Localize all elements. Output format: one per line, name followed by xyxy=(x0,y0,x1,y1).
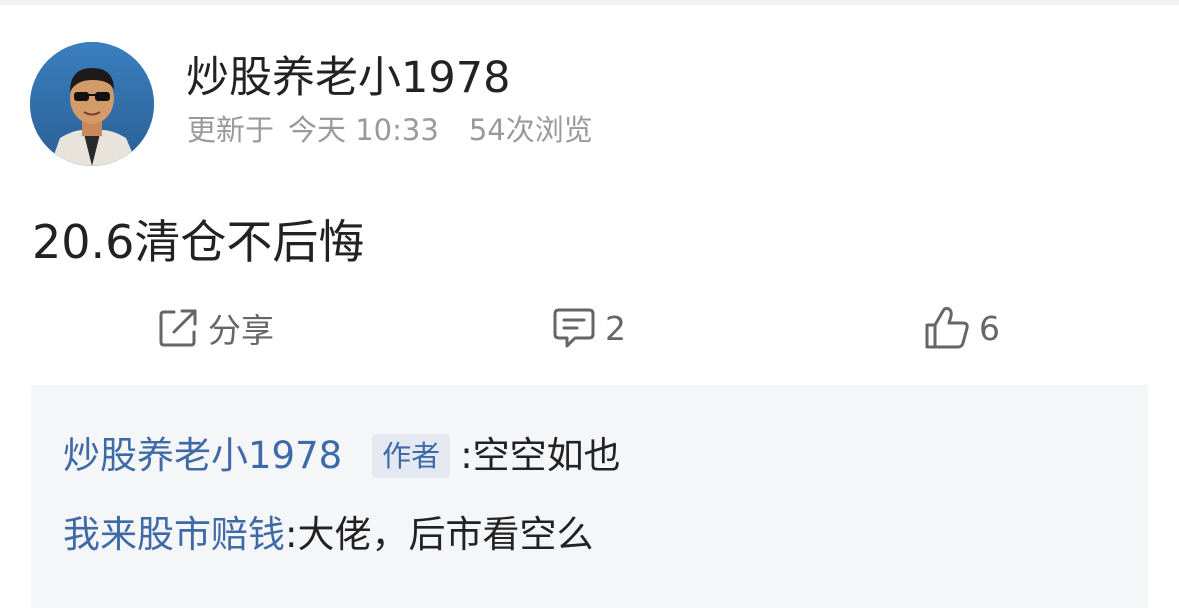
comment-user[interactable]: 炒股养老小1978 xyxy=(63,431,342,481)
share-label: 分享 xyxy=(208,311,274,350)
comment-user[interactable]: 我来股市赔钱 xyxy=(63,510,285,560)
author-badge: 作者 xyxy=(372,434,451,478)
comment-item: 我来股市赔钱 :大佬，后市看空么 xyxy=(63,510,593,560)
post-card: 炒股养老小1978 更新于 今天 10:33 54次浏览 20.6清仓不后悔 分享 … xyxy=(0,0,1179,608)
author-name[interactable]: 炒股养老小1978 xyxy=(186,50,510,106)
like-button[interactable]: 6 xyxy=(923,303,1000,353)
comment-text[interactable]: :大佬，后市看空么 xyxy=(285,510,593,560)
share-icon xyxy=(159,309,197,347)
post-content[interactable]: 20.6清仓不后悔 xyxy=(32,212,364,272)
share-button[interactable]: 分享 xyxy=(156,303,274,353)
avatar[interactable] xyxy=(30,42,154,166)
comment-item: 炒股养老小1978 作者 :空空如也 xyxy=(63,431,621,481)
comment-icon xyxy=(553,308,595,348)
comment-count: 2 xyxy=(605,308,626,348)
updated-time: 今天 10:33 xyxy=(288,113,439,147)
comment-button[interactable]: 2 xyxy=(551,303,626,353)
updated-label: 更新于 xyxy=(187,113,275,147)
post-meta: 更新于 今天 10:33 54次浏览 xyxy=(187,111,593,149)
top-divider xyxy=(0,0,1179,5)
like-count: 6 xyxy=(979,308,1000,348)
view-count: 54次浏览 xyxy=(468,113,593,147)
thumbs-up-icon xyxy=(925,306,969,349)
comment-list: 炒股养老小1978 作者 :空空如也 我来股市赔钱 :大佬，后市看空么 xyxy=(31,385,1148,608)
comment-text[interactable]: :空空如也 xyxy=(460,431,620,481)
